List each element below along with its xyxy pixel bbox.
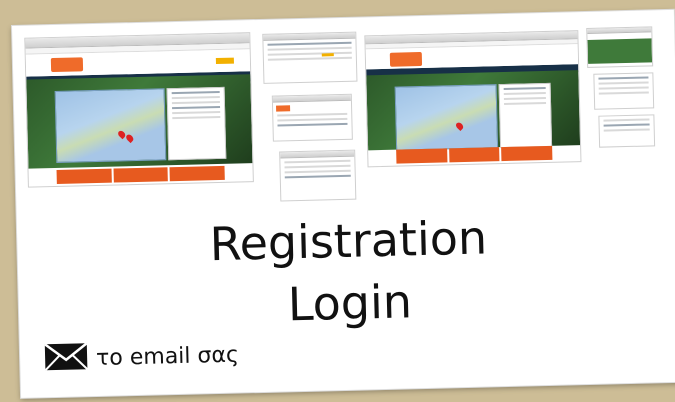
website-screenshot-thumbnail-1	[24, 32, 254, 188]
website-screenshot-thumbnail-4	[593, 72, 655, 110]
site-logo	[50, 57, 84, 73]
envelope-icon	[44, 342, 89, 376]
slide-title-registration: Registration	[209, 210, 488, 272]
map-image	[54, 88, 167, 163]
slide: Registration Login το email σας	[12, 9, 675, 398]
form-screenshot-thumbnail-3	[279, 149, 357, 202]
form-screenshot-thumbnail-2	[271, 93, 353, 142]
email-label: το email σας	[95, 342, 240, 372]
form-screenshot-thumbnail-1	[262, 31, 358, 84]
website-screenshot-thumbnail-3	[586, 26, 654, 68]
website-screenshot-thumbnail-2	[364, 30, 582, 168]
website-screenshot-thumbnail-5	[598, 114, 656, 148]
email-note: το email σας	[44, 339, 239, 377]
slide-title-login: Login	[287, 274, 413, 332]
